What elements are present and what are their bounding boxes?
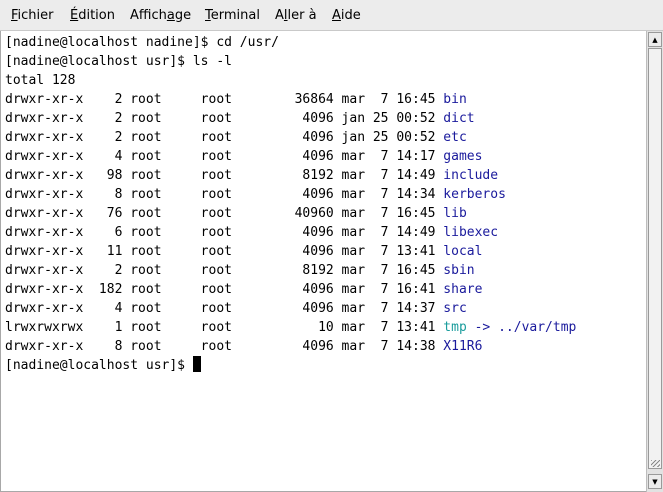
directory-name: src xyxy=(443,301,467,316)
terminal-line-text: lrwxrwxrwx 1 root root 10 mar 7 13:41 xyxy=(5,320,444,335)
terminal-line: lrwxrwxrwx 1 root root 10 mar 7 13:41 tm… xyxy=(5,318,576,337)
terminal-line-text: drwxr-xr-x 11 root root 4096 mar 7 13:41 xyxy=(5,244,444,259)
terminal-line: drwxr-xr-x 4 root root 4096 mar 7 14:17 … xyxy=(5,147,576,166)
terminal-line-text: [nadine@localhost usr]$ ls -l xyxy=(5,54,232,69)
menu-aide[interactable]: Aide xyxy=(332,8,361,23)
scrollbar-grip xyxy=(651,460,660,467)
terminal-line-text: [nadine@localhost usr]$ xyxy=(5,358,193,373)
directory-name: games xyxy=(443,149,483,164)
terminal-line: drwxr-xr-x 182 root root 4096 mar 7 16:4… xyxy=(5,280,576,299)
terminal-line: drwxr-xr-x 2 root root 4096 jan 25 00:52… xyxy=(5,128,576,147)
menu-aller-a[interactable]: Aller à xyxy=(275,8,317,23)
menu-affichage[interactable]: Affichage xyxy=(130,8,191,23)
terminal-line: drwxr-xr-x 2 root root 8192 mar 7 16:45 … xyxy=(5,261,576,280)
terminal-window: Fichier Édition Affichage Terminal Aller… xyxy=(0,0,663,492)
scrollbar-thumb[interactable] xyxy=(648,48,662,469)
terminal-line-text: drwxr-xr-x 8 root root 4096 mar 7 14:38 xyxy=(5,339,444,354)
directory-name: kerberos xyxy=(443,187,506,202)
directory-name: etc xyxy=(443,130,467,145)
directory-name: libexec xyxy=(443,225,499,240)
terminal-line-text: drwxr-xr-x 182 root root 4096 mar 7 16:4… xyxy=(5,282,444,297)
terminal-line: total 128 xyxy=(5,71,576,90)
terminal-line-text: drwxr-xr-x 4 root root 4096 mar 7 14:17 xyxy=(5,149,444,164)
terminal-line-text: drwxr-xr-x 2 root root 36864 mar 7 16:45 xyxy=(5,92,444,107)
terminal-line: [nadine@localhost usr]$ xyxy=(5,356,576,375)
directory-name: share xyxy=(443,282,483,297)
terminal-line-text: [nadine@localhost nadine]$ cd /usr/ xyxy=(5,35,279,50)
terminal-line-text: drwxr-xr-x 2 root root 4096 jan 25 00:52 xyxy=(5,111,444,126)
terminal-line-text: drwxr-xr-x 2 root root 8192 mar 7 16:45 xyxy=(5,263,444,278)
directory-name: X11R6 xyxy=(443,339,483,354)
menu-edition[interactable]: Édition xyxy=(70,8,115,23)
terminal-line: drwxr-xr-x 8 root root 4096 mar 7 14:38 … xyxy=(5,337,576,356)
terminal-line-text: drwxr-xr-x 76 root root 40960 mar 7 16:4… xyxy=(5,206,444,221)
terminal-line: drwxr-xr-x 2 root root 36864 mar 7 16:45… xyxy=(5,90,576,109)
scroll-down-arrow-icon[interactable]: ▼ xyxy=(648,474,662,489)
menu-fichier[interactable]: Fichier xyxy=(11,8,54,23)
directory-name: sbin xyxy=(443,263,475,278)
menu-bar: Fichier Édition Affichage Terminal Aller… xyxy=(0,0,663,31)
terminal-line: drwxr-xr-x 6 root root 4096 mar 7 14:49 … xyxy=(5,223,576,242)
terminal-line-text: drwxr-xr-x 6 root root 4096 mar 7 14:49 xyxy=(5,225,444,240)
terminal-line: drwxr-xr-x 98 root root 8192 mar 7 14:49… xyxy=(5,166,576,185)
terminal-line-text: drwxr-xr-x 4 root root 4096 mar 7 14:37 xyxy=(5,301,444,316)
menu-terminal[interactable]: Terminal xyxy=(205,8,260,23)
text-cursor xyxy=(192,356,201,372)
directory-name: dict xyxy=(443,111,475,126)
terminal-line: [nadine@localhost nadine]$ cd /usr/ xyxy=(5,33,576,52)
terminal-line-text: drwxr-xr-x 8 root root 4096 mar 7 14:34 xyxy=(5,187,444,202)
terminal-line: drwxr-xr-x 2 root root 4096 jan 25 00:52… xyxy=(5,109,576,128)
symlink-name: tmp xyxy=(443,320,467,335)
terminal-line-text: total 128 xyxy=(5,73,76,88)
symlink-target: -> ../var/tmp xyxy=(466,320,577,335)
terminal-line: drwxr-xr-x 4 root root 4096 mar 7 14:37 … xyxy=(5,299,576,318)
directory-name: local xyxy=(443,244,483,259)
vertical-scrollbar[interactable]: ▲ ▼ xyxy=(646,31,663,492)
terminal-line: drwxr-xr-x 11 root root 4096 mar 7 13:41… xyxy=(5,242,576,261)
terminal-lines: [nadine@localhost nadine]$ cd /usr/ [nadi… xyxy=(5,33,576,375)
directory-name: bin xyxy=(443,92,467,107)
terminal-line: drwxr-xr-x 8 root root 4096 mar 7 14:34 … xyxy=(5,185,576,204)
directory-name: lib xyxy=(443,206,467,221)
terminal-line: [nadine@localhost usr]$ ls -l xyxy=(5,52,576,71)
terminal-output-area[interactable]: [nadine@localhost nadine]$ cd /usr/ [nadi… xyxy=(0,31,646,492)
directory-name: include xyxy=(443,168,499,183)
terminal-line-text: drwxr-xr-x 98 root root 8192 mar 7 14:49 xyxy=(5,168,444,183)
scroll-up-arrow-icon[interactable]: ▲ xyxy=(648,32,662,47)
terminal-line-text: drwxr-xr-x 2 root root 4096 jan 25 00:52 xyxy=(5,130,444,145)
terminal-line: drwxr-xr-x 76 root root 40960 mar 7 16:4… xyxy=(5,204,576,223)
